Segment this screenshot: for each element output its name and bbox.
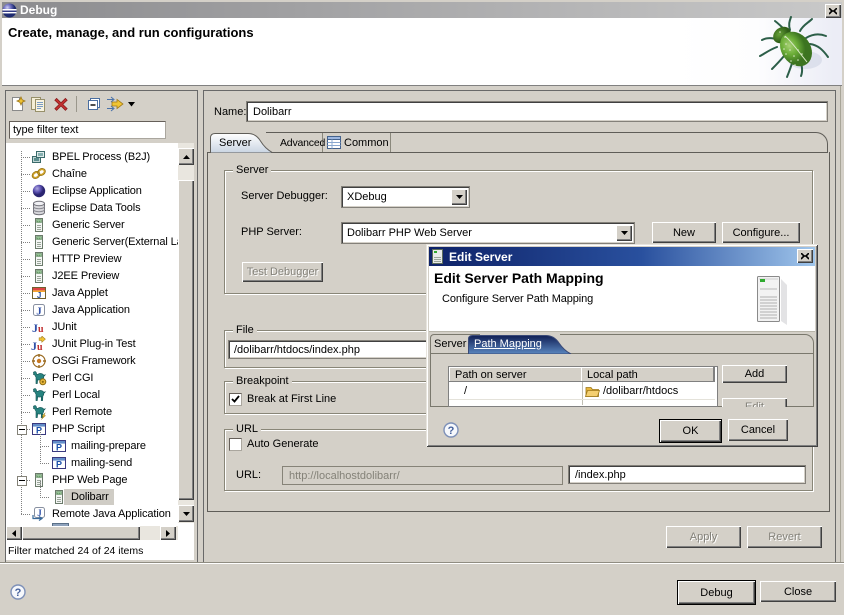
svg-text:P: P [56,460,62,470]
svg-text:u: u [38,324,44,335]
svg-text:?: ? [15,587,22,599]
svg-text:?: ? [448,425,455,437]
svg-text:P: P [56,443,62,453]
svg-text:u: u [37,342,43,352]
svg-text:J: J [37,291,41,300]
svg-text:J: J [36,306,42,318]
